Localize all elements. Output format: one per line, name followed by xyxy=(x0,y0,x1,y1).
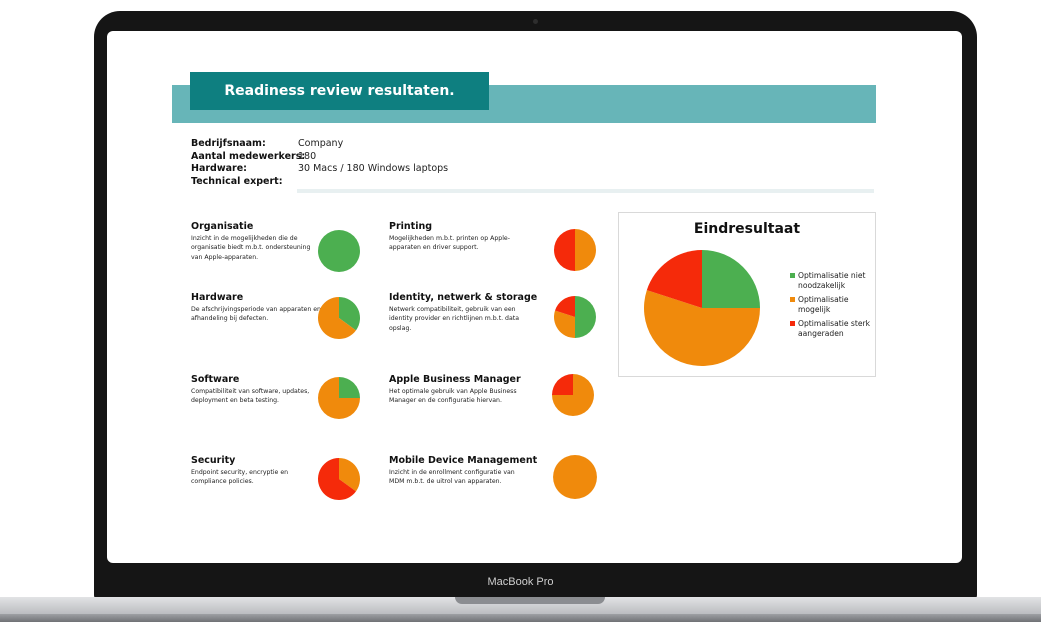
legend-label: Optimalisatie mogelijk xyxy=(798,295,849,314)
pie-software xyxy=(318,377,360,419)
category-description: Mogelijkheden m.b.t. printen op Apple-ap… xyxy=(389,235,510,252)
category-abm: Apple Business Manager Het optimale gebr… xyxy=(389,374,521,406)
pie-slice-red xyxy=(554,229,575,271)
result-chart: Eindresultaat Optimalisatie niet noodzak… xyxy=(618,212,876,377)
category-title: Apple Business Manager xyxy=(389,374,521,385)
pie-hardware xyxy=(318,297,360,339)
category-organisatie: Organisatie Inzicht in de mogelijkheden … xyxy=(191,221,321,262)
legend-label: Optimalisatie sterk aangeraden xyxy=(798,319,871,338)
info-value: 30 Macs / 180 Windows laptops xyxy=(298,163,449,174)
info-label: Hardware: xyxy=(191,163,247,174)
info-label: Technical expert: xyxy=(191,175,283,187)
result-slice-green xyxy=(702,250,760,308)
category-title: Software xyxy=(191,374,240,385)
category-description: Netwerk compatibiliteit, gebruik van een… xyxy=(389,306,519,332)
pie-printing xyxy=(554,229,596,271)
category-title: Printing xyxy=(389,221,433,232)
pie-organisatie xyxy=(318,230,360,272)
pie-slice-green xyxy=(318,230,360,272)
pie-slice-orange xyxy=(575,229,596,271)
category-security: Security Endpoint security, encryptie en… xyxy=(191,455,321,487)
legend-swatch-green xyxy=(790,273,795,278)
category-description: Compatibiliteit van software, updates, d… xyxy=(191,388,310,405)
pie-slice-green xyxy=(339,377,360,398)
device-model-label: MacBook Pro xyxy=(487,576,554,588)
category-printing: Printing Mogelijkheden m.b.t. printen op… xyxy=(389,221,519,253)
category-description: Endpoint security, encryptie en complian… xyxy=(191,469,289,486)
screen: Readiness review resultaten. Bedrijfsnaa… xyxy=(107,31,962,563)
legend-item: Optimalisatie niet noodzakelijk xyxy=(790,271,875,291)
category-title: Security xyxy=(191,455,236,466)
result-pie xyxy=(644,250,760,366)
category-description: Het optimale gebruik van Apple Business … xyxy=(389,388,517,405)
category-title: Hardware xyxy=(191,292,244,303)
divider xyxy=(297,189,874,193)
pie-security xyxy=(318,458,360,500)
legend-item: Optimalisatie mogelijk xyxy=(790,295,875,315)
info-value: 180 xyxy=(298,150,317,162)
page-title: Readiness review resultaten. xyxy=(190,72,489,110)
camera-icon xyxy=(533,19,538,24)
chart-legend: Optimalisatie niet noodzakelijk Optimali… xyxy=(790,271,875,343)
category-hardware: Hardware De afschrijvingsperiode van app… xyxy=(191,292,321,324)
category-title: Mobile Device Management xyxy=(389,455,538,466)
info-label: Aantal medewerkers: xyxy=(191,150,306,162)
pie-slice-green xyxy=(575,296,596,338)
category-title: Identity, netwerk & storage xyxy=(389,292,538,303)
pie-slice-orange xyxy=(553,455,597,499)
category-mdm: Mobile Device Management Inzicht in de e… xyxy=(389,455,538,487)
legend-label: Optimalisatie niet noodzakelijk xyxy=(798,271,866,290)
legend-swatch-orange xyxy=(790,297,795,302)
legend-swatch-red xyxy=(790,321,795,326)
pie-abm xyxy=(552,374,594,416)
pie-slice-red xyxy=(552,374,573,395)
category-identity: Identity, netwerk & storage Netwerk comp… xyxy=(389,292,538,333)
info-label: Bedrijfsnaam: xyxy=(191,138,266,149)
legend-item: Optimalisatie sterk aangeraden xyxy=(790,319,875,339)
laptop-base-edge xyxy=(0,614,1041,622)
laptop-hinge-notch xyxy=(455,597,605,604)
category-title: Organisatie xyxy=(191,221,254,232)
pie-mdm xyxy=(553,455,597,499)
chart-title: Eindresultaat xyxy=(693,221,801,237)
info-value: Company xyxy=(298,138,344,149)
category-software: Software Compatibiliteit van software, u… xyxy=(191,374,321,406)
pie-identity xyxy=(554,296,596,338)
category-description: Inzicht in de enrollment configuratie va… xyxy=(389,469,515,486)
category-description: De afschrijvingsperiode van apparaten en… xyxy=(191,306,321,323)
category-description: Inzicht in de mogelijkheden die de organ… xyxy=(191,235,311,261)
